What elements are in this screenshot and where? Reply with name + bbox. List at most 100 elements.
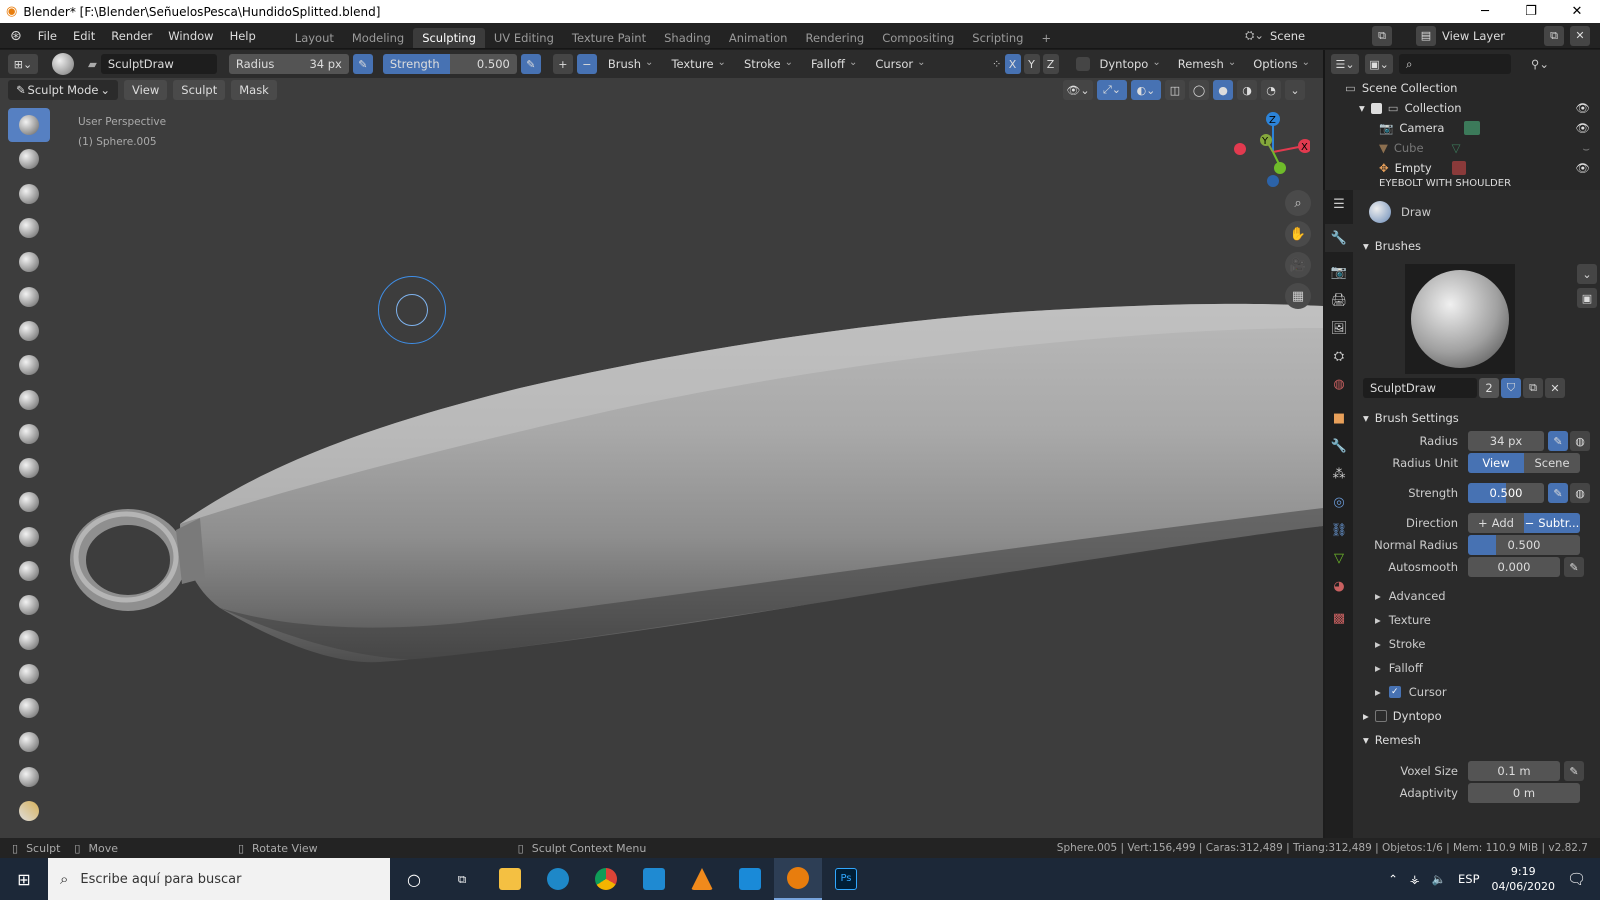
brush-datablock-name[interactable]: SculptDraw [1363,378,1477,398]
remesh-dropdown[interactable]: Remesh [1171,54,1244,74]
checkbox-icon[interactable] [1370,102,1382,114]
brush-name-field[interactable]: SculptDraw [100,54,217,74]
scene-tab-icon[interactable]: ⛭ [1325,342,1353,370]
zoom-icon[interactable]: ⌕ [1285,190,1311,216]
outliner-item-empty[interactable]: ✥ Empty 👁 [1345,158,1600,178]
radius-pressure-icon[interactable]: ✎ [1548,431,1568,451]
output-tab-icon[interactable]: 🖨 [1325,286,1353,314]
editor-type-icon[interactable]: ⊞⌄ [8,54,38,74]
tool-blob[interactable] [8,314,50,348]
minimize-button[interactable]: ─ [1462,4,1508,19]
mask-menu[interactable]: Mask [231,80,277,100]
data-tab-icon[interactable]: ▽ [1325,544,1353,572]
outliner-search-input[interactable]: ⌕ [1399,54,1511,74]
notifications-icon[interactable]: 🗨 [1567,870,1586,888]
tab-modeling[interactable]: Modeling [343,28,413,48]
display-mode-icon[interactable]: ▣⌄ [1365,54,1393,74]
mode-selector[interactable]: ✎ Sculpt Mode ⌄ [8,80,118,100]
sculpt-menu[interactable]: Sculpt [173,80,226,100]
physics-tab-icon[interactable]: ◎ [1325,488,1353,516]
direction-add-icon[interactable]: + [552,54,573,74]
direction-subtract-button[interactable]: − Subtr... [1524,513,1580,533]
outliner-item-eyebolt[interactable]: EYEBOLT WITH SHOULDER [1345,178,1600,188]
object-tab-icon[interactable]: ■ [1325,404,1353,432]
add-workspace-icon[interactable]: + [1032,28,1060,48]
autosmooth-pressure-icon[interactable]: ✎ [1564,557,1584,577]
remesh-panel-header[interactable]: ▾ Remesh [1353,728,1600,752]
dyntopo-dropdown[interactable]: Dyntopo [1093,54,1168,74]
ccleaner-icon[interactable] [534,858,582,900]
blender-menu-icon[interactable]: ⊛ [0,28,30,44]
outliner-item-cube[interactable]: ▼ Cube ▽ ⌣ [1345,138,1600,158]
scene-icon[interactable]: ⛭⌄ [1245,28,1264,43]
scene-collection-row[interactable]: ▭ Scene Collection [1345,78,1600,98]
tray-chevron-icon[interactable]: ⌃ [1388,872,1398,886]
visibility-icon[interactable]: 👁⌄ [1063,80,1093,100]
photoshop-icon[interactable]: Ps [822,858,870,900]
clock[interactable]: 9:19 04/06/2020 [1492,864,1555,894]
strength-pressure-icon[interactable]: ✎ [520,54,541,74]
tab-shading[interactable]: Shading [655,28,720,48]
remove-view-layer-icon[interactable]: ✕ [1570,25,1590,46]
file-explorer-icon[interactable] [486,858,534,900]
falloff-dropdown[interactable]: Falloff [804,54,864,74]
tab-scripting[interactable]: Scripting [963,28,1032,48]
radius-pressure-icon[interactable]: ✎ [352,54,373,74]
view-layer-tab-icon[interactable]: 🖼 [1325,314,1353,342]
falloff-subpanel[interactable]: ▸ Falloff [1353,656,1600,680]
menu-window[interactable]: Window [160,29,221,43]
symmetry-x-toggle[interactable]: X [1004,54,1021,74]
stroke-dropdown[interactable]: Stroke [737,54,800,74]
tool-smooth[interactable] [8,382,50,416]
brush-dropdown[interactable]: Brush [601,54,661,74]
brush-list-icon[interactable]: ⌄ [1577,264,1597,284]
texture-subpanel[interactable]: ▸ Texture [1353,608,1600,632]
brush-preview-icon[interactable] [52,53,74,75]
language-indicator[interactable]: ESP [1458,872,1480,886]
dyntopo-panel-header[interactable]: ▸ Dyntopo [1353,704,1600,728]
task-view-icon[interactable]: ⧉ [438,858,486,900]
radius-unit-view[interactable]: View [1468,453,1524,473]
eye-icon[interactable]: 👁 [1575,121,1590,135]
tool-thumb[interactable] [8,657,50,691]
eye-icon[interactable]: 👁 [1575,161,1590,175]
direction-subtract-icon[interactable]: − [576,54,597,74]
solid-shading-icon[interactable]: ● [1213,80,1233,100]
eye-icon[interactable]: 👁 [1575,101,1590,115]
camera-view-icon[interactable]: 🎥 [1285,252,1311,278]
blender-taskbar-icon[interactable] [774,858,822,900]
world-tab-icon[interactable]: ◍ [1325,370,1353,398]
strength-unified-icon[interactable]: ◍ [1570,483,1590,503]
tool-elastic[interactable] [8,588,50,622]
dyntopo-checkbox[interactable] [1075,57,1090,71]
radius-input[interactable]: 34 px [1468,431,1544,451]
windows-start-icon[interactable]: ⊞ [0,858,48,900]
outliner-item-camera[interactable]: 📷 Camera 👁 [1345,118,1600,138]
tool-fill[interactable] [8,451,50,485]
filter-icon[interactable]: ⚲⌄ [1531,57,1549,71]
tab-texture-paint[interactable]: Texture Paint [563,28,655,48]
fake-user-shield-icon[interactable]: ⛉ [1501,378,1521,398]
axis-gizmo[interactable]: Z X Y [1230,110,1312,190]
texture-tab-icon[interactable]: ▩ [1325,604,1353,632]
adaptivity-input[interactable]: 0 m [1468,783,1580,803]
tab-uv-editing[interactable]: UV Editing [485,28,563,48]
tool-layer[interactable] [8,245,50,279]
tool-flatten[interactable] [8,417,50,451]
tool-crease[interactable] [8,348,50,382]
cursor-dropdown[interactable]: Cursor [868,54,932,74]
symmetry-y-toggle[interactable]: Y [1023,54,1040,74]
view-menu[interactable]: View [124,80,168,100]
menu-help[interactable]: Help [222,29,264,43]
material-tab-icon[interactable]: ◕ [1325,572,1353,600]
tab-layout[interactable]: Layout [286,28,343,48]
texture-dropdown[interactable]: Texture [664,54,733,74]
network-icon[interactable]: ⚶ [1410,872,1420,886]
direction-add-button[interactable]: + Add [1468,513,1524,533]
radius-unit-scene[interactable]: Scene [1524,453,1580,473]
vlc-icon[interactable] [678,858,726,900]
gizmo-icon[interactable]: ⤢⌄ [1097,80,1127,100]
brush-settings-header[interactable]: ▾ Brush Settings [1353,406,1600,430]
symmetry-icon[interactable]: ⁘ [992,57,1002,71]
options-dropdown[interactable]: Options [1246,54,1317,74]
